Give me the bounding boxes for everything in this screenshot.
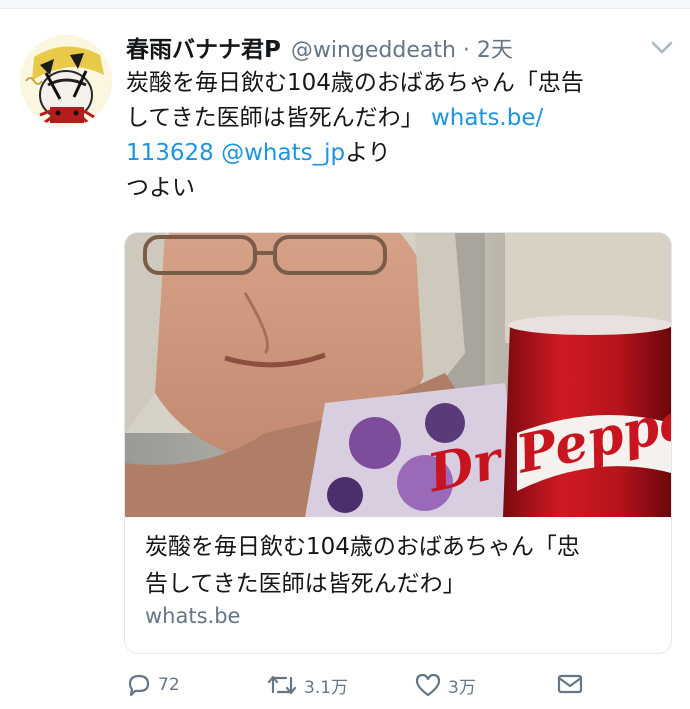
avatar-illustration xyxy=(20,35,112,127)
tweet-header: 春雨バナナ君P @wingeddeath · 2天 xyxy=(126,30,513,64)
reply-count: 72 xyxy=(158,675,180,695)
reply-icon xyxy=(128,674,150,697)
top-divider xyxy=(0,0,690,9)
tweet-link[interactable]: whats.be/ xyxy=(431,105,543,131)
retweet-icon xyxy=(267,675,297,695)
card-domain[interactable]: whats.be xyxy=(145,604,240,628)
mention-link[interactable]: @whats_jp xyxy=(221,140,345,166)
link-card[interactable]: Dr Pepper 炭酸を毎日飲む104歳のおばあちゃん「忠 告してきた医師は皆… xyxy=(124,232,672,654)
envelope-icon xyxy=(557,674,583,694)
retweet-button[interactable]: 3.1万 xyxy=(266,672,348,698)
like-count: 3万 xyxy=(448,677,476,698)
tweet-text-line-3: 113628 @whats_jpより xyxy=(126,136,656,171)
handle-text[interactable]: @wingeddeath xyxy=(291,38,456,63)
tweet-link-continued[interactable]: 113628 xyxy=(126,140,214,166)
like-button[interactable]: 3万 xyxy=(414,672,476,698)
tweet-text-segment: より xyxy=(345,140,391,166)
card-title[interactable]: 炭酸を毎日飲む104歳のおばあちゃん「忠 告してきた医師は皆死んだわ」 xyxy=(145,529,655,603)
retweet-count: 3.1万 xyxy=(304,677,349,698)
chevron-down-icon[interactable] xyxy=(650,40,674,56)
avatar[interactable] xyxy=(20,35,112,127)
tweet-text-line-4: つよい xyxy=(126,175,195,201)
card-title-line-1[interactable]: 炭酸を毎日飲む104歳のおばあちゃん「忠 xyxy=(145,529,655,566)
card-image[interactable]: Dr Pepper xyxy=(125,233,671,517)
tweet-text-line-2: してきた医師は皆死んだわ」 whats.be/ xyxy=(126,101,656,136)
tweet-text: 炭酸を毎日飲む104歳のおばあちゃん「忠告 してきた医師は皆死んだわ」 what… xyxy=(126,66,656,206)
timestamp[interactable]: 2天 xyxy=(477,38,513,63)
card-title-line-2[interactable]: 告してきた医師は皆死んだわ」 xyxy=(145,566,655,603)
tweet-text-segment: してきた医師は皆死んだわ」 xyxy=(126,105,424,131)
reply-button[interactable]: 72 xyxy=(126,672,180,698)
author-handle[interactable]: @wingeddeath · 2天 xyxy=(291,32,513,64)
heart-icon xyxy=(415,673,441,697)
direct-message-button[interactable] xyxy=(556,672,584,696)
tweet-actions: 72 3.1万 3万 xyxy=(126,672,596,706)
tweet-text-line-1: 炭酸を毎日飲む104歳のおばあちゃん「忠告 xyxy=(126,70,584,96)
author-name[interactable]: 春雨バナナ君P xyxy=(126,30,281,64)
